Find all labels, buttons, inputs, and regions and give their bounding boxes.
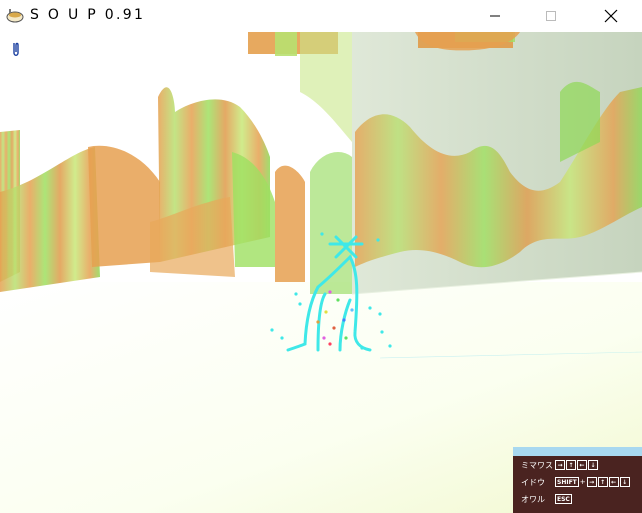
controls-help-panel: ミマワス → ↑ ← ↓ イドウ SHIFT + → ↑ ← ↓ オワル ESC [513,447,642,513]
help-row-quit: オワル ESC [521,492,573,506]
help-row-move: イドウ SHIFT + → ↑ ← ↓ [521,475,631,489]
arrow-right-key: → [586,477,597,487]
help-panel-header [513,447,642,456]
arrow-left-key: ← [608,477,619,487]
title-bar: S O U P 0.91 [0,0,642,32]
help-label-move: イドウ [521,477,545,487]
window-title: S O U P 0.91 [30,7,146,23]
esc-key: ESC [555,494,572,504]
paperclip-icon[interactable] [10,40,22,58]
app-icon [6,9,24,23]
arrow-right-key: → [555,460,565,470]
arrow-up-key: ↑ [597,477,608,487]
help-label-quit: オワル [521,494,545,504]
arrow-up-key: ↑ [566,460,576,470]
close-icon [604,9,618,23]
game-scene [0,32,642,513]
game-viewport[interactable]: ミマワス → ↑ ← ↓ イドウ SHIFT + → ↑ ← ↓ オワル ESC [0,32,642,513]
minimize-icon [490,15,500,17]
shift-key: SHIFT [555,477,579,487]
help-row-look: ミマワス → ↑ ← ↓ [521,458,599,472]
arrow-down-key: ↓ [619,477,630,487]
minimize-button[interactable] [472,0,518,32]
arrow-down-key: ↓ [588,460,598,470]
arrow-left-key: ← [577,460,587,470]
maximize-icon [546,11,556,21]
maximize-button[interactable] [528,0,574,32]
close-button[interactable] [588,0,634,32]
help-label-look: ミマワス [521,460,553,470]
plus-sign: + [579,478,586,486]
